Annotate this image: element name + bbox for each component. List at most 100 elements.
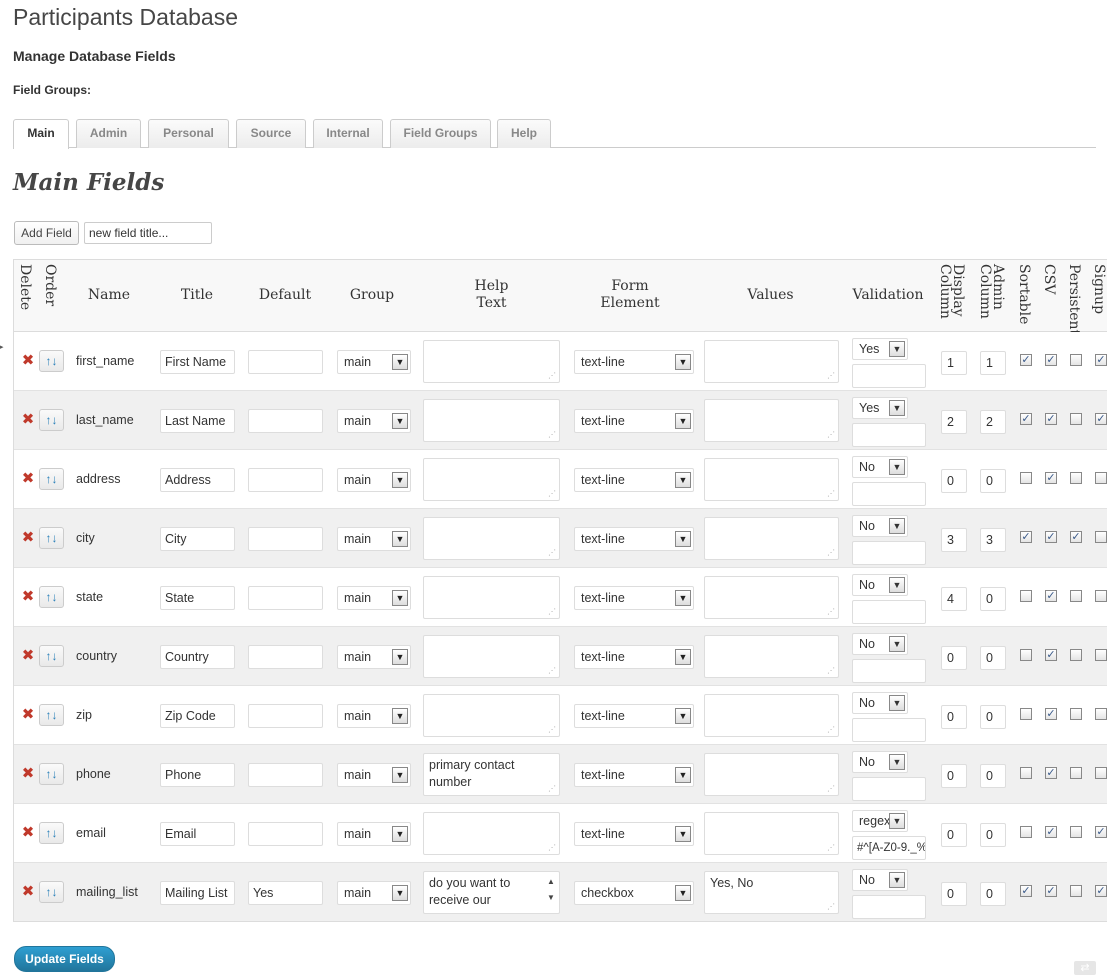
title-input[interactable]: City <box>160 527 235 551</box>
resize-grip-icon[interactable]: ⋰ <box>827 785 835 793</box>
form-element-select[interactable]: text-line ▼ <box>574 645 694 669</box>
signup-checkbox[interactable]: ✓ <box>1095 413 1107 425</box>
resize-grip-icon[interactable]: ⋰ <box>827 608 835 616</box>
resize-grip-icon[interactable]: ⋰ <box>548 490 556 498</box>
sortable-checkbox[interactable] <box>1020 826 1032 838</box>
validation-input[interactable] <box>852 600 926 624</box>
admin-column-input[interactable]: 0 <box>980 823 1006 847</box>
validation-select[interactable]: No ▼ <box>852 869 908 891</box>
help-text-area[interactable]: ⋰ <box>423 340 560 383</box>
default-input[interactable]: Yes <box>248 881 323 905</box>
help-text-area[interactable]: primary contact number ⋰ <box>423 753 560 796</box>
help-text-area[interactable]: ⋰ <box>423 458 560 501</box>
group-select[interactable]: main ▼ <box>337 881 411 905</box>
tab-admin[interactable]: Admin <box>76 119 141 148</box>
resize-grip-icon[interactable]: ⋰ <box>827 431 835 439</box>
signup-checkbox[interactable] <box>1095 472 1107 484</box>
sortable-checkbox[interactable]: ✓ <box>1020 413 1032 425</box>
resize-grip-icon[interactable]: ⋰ <box>548 372 556 380</box>
group-select[interactable]: main ▼ <box>337 586 411 610</box>
admin-column-input[interactable]: 3 <box>980 528 1006 552</box>
validation-select[interactable]: No ▼ <box>852 751 908 773</box>
tab-internal[interactable]: Internal <box>313 119 383 148</box>
resize-grip-icon[interactable]: ⋰ <box>548 726 556 734</box>
persistent-checkbox[interactable]: ✓ <box>1070 531 1082 543</box>
validation-input[interactable] <box>852 364 926 388</box>
title-input[interactable]: State <box>160 586 235 610</box>
delete-icon[interactable]: ✖ <box>21 471 35 486</box>
help-text-area[interactable]: ⋰ <box>423 576 560 619</box>
csv-checkbox[interactable]: ✓ <box>1045 472 1057 484</box>
expand-icon[interactable]: ⇄ <box>1074 961 1096 975</box>
default-input[interactable] <box>248 527 323 551</box>
default-input[interactable] <box>248 350 323 374</box>
signup-checkbox[interactable] <box>1095 649 1107 661</box>
signup-checkbox[interactable] <box>1095 531 1107 543</box>
sort-arrows-icon[interactable]: ↑↓ <box>39 881 64 903</box>
title-input[interactable]: Phone <box>160 763 235 787</box>
form-element-select[interactable]: text-line ▼ <box>574 409 694 433</box>
admin-column-input[interactable]: 0 <box>980 705 1006 729</box>
form-element-select[interactable]: text-line ▼ <box>574 822 694 846</box>
csv-checkbox[interactable]: ✓ <box>1045 649 1057 661</box>
help-text-area[interactable]: ⋰ <box>423 517 560 560</box>
title-input[interactable]: Last Name <box>160 409 235 433</box>
values-area[interactable]: Yes, No ⋰ <box>704 871 839 914</box>
validation-input[interactable] <box>852 541 926 565</box>
admin-column-input[interactable]: 0 <box>980 646 1006 670</box>
tab-help[interactable]: Help <box>497 119 551 148</box>
sortable-checkbox[interactable] <box>1020 472 1032 484</box>
resize-grip-icon[interactable]: ⋰ <box>548 785 556 793</box>
csv-checkbox[interactable]: ✓ <box>1045 767 1057 779</box>
tab-main[interactable]: Main <box>13 119 69 149</box>
title-input[interactable]: Address <box>160 468 235 492</box>
persistent-checkbox[interactable] <box>1070 826 1082 838</box>
validation-input[interactable] <box>852 659 926 683</box>
sort-arrows-icon[interactable]: ↑↓ <box>39 350 64 372</box>
persistent-checkbox[interactable] <box>1070 413 1082 425</box>
validation-select[interactable]: No ▼ <box>852 515 908 537</box>
title-input[interactable]: First Name <box>160 350 235 374</box>
persistent-checkbox[interactable] <box>1070 590 1082 602</box>
persistent-checkbox[interactable] <box>1070 472 1082 484</box>
admin-column-input[interactable]: 0 <box>980 882 1006 906</box>
sort-arrows-icon[interactable]: ↑↓ <box>39 822 64 844</box>
values-area[interactable]: ⋰ <box>704 458 839 501</box>
default-input[interactable] <box>248 409 323 433</box>
values-area[interactable]: ⋰ <box>704 576 839 619</box>
validation-input[interactable] <box>852 777 926 801</box>
group-select[interactable]: main ▼ <box>337 350 411 374</box>
update-fields-button[interactable]: Update Fields <box>14 946 115 972</box>
resize-grip-icon[interactable]: ⋰ <box>827 490 835 498</box>
title-input[interactable]: Email <box>160 822 235 846</box>
title-input[interactable]: Zip Code <box>160 704 235 728</box>
group-select[interactable]: main ▼ <box>337 645 411 669</box>
admin-column-input[interactable]: 2 <box>980 410 1006 434</box>
csv-checkbox[interactable]: ✓ <box>1045 354 1057 366</box>
signup-checkbox[interactable]: ✓ <box>1095 826 1107 838</box>
values-area[interactable]: ⋰ <box>704 399 839 442</box>
sortable-checkbox[interactable] <box>1020 767 1032 779</box>
signup-checkbox[interactable]: ✓ <box>1095 885 1107 897</box>
tab-source[interactable]: Source <box>236 119 306 148</box>
sortable-checkbox[interactable]: ✓ <box>1020 354 1032 366</box>
validation-input[interactable] <box>852 718 926 742</box>
csv-checkbox[interactable]: ✓ <box>1045 590 1057 602</box>
sort-arrows-icon[interactable]: ↑↓ <box>39 704 64 726</box>
help-text-area[interactable]: ⋰ <box>423 635 560 678</box>
tab-personal[interactable]: Personal <box>148 119 229 148</box>
admin-column-input[interactable]: 0 <box>980 469 1006 493</box>
default-input[interactable] <box>248 468 323 492</box>
resize-grip-icon[interactable]: ⋰ <box>548 667 556 675</box>
validation-input[interactable]: #^[A-Z0-9._% <box>852 836 926 860</box>
delete-icon[interactable]: ✖ <box>21 589 35 604</box>
validation-select[interactable]: regex ▼ <box>852 810 908 832</box>
help-text-area[interactable]: do you want to receive our ▲ ▼ <box>423 871 560 914</box>
form-element-select[interactable]: text-line ▼ <box>574 468 694 492</box>
sort-arrows-icon[interactable]: ↑↓ <box>39 645 64 667</box>
values-area[interactable]: ⋰ <box>704 635 839 678</box>
resize-grip-icon[interactable]: ⋰ <box>827 903 835 911</box>
delete-icon[interactable]: ✖ <box>21 825 35 840</box>
new-field-title-input[interactable]: new field title... <box>84 222 212 244</box>
admin-column-input[interactable]: 1 <box>980 351 1006 375</box>
